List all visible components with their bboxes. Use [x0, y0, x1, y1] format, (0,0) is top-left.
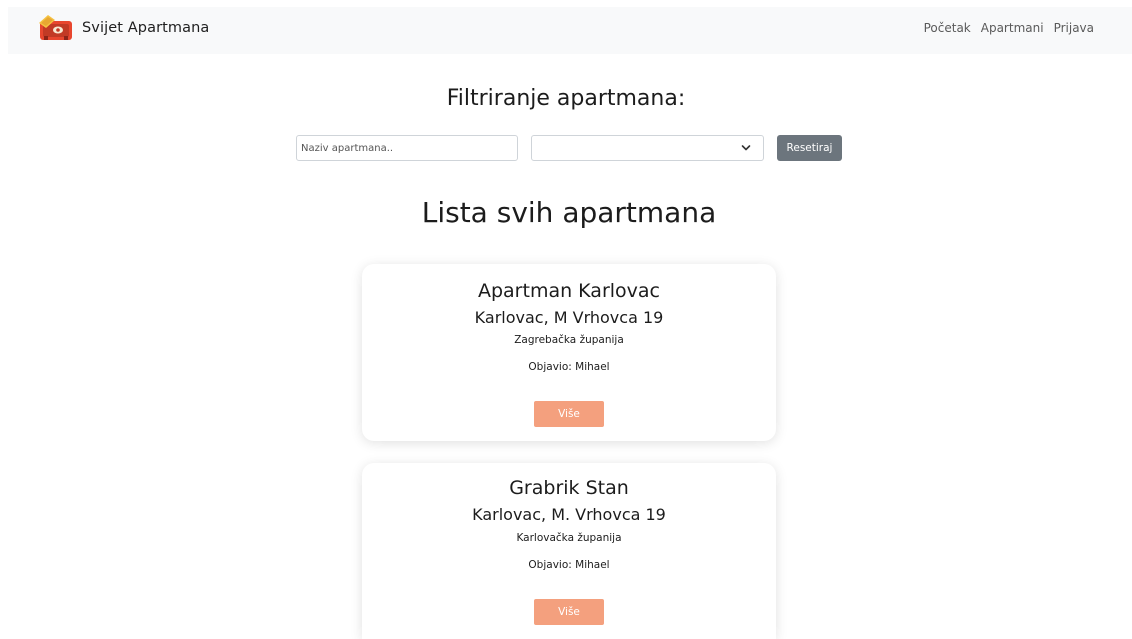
filter-title: Filtriranje apartmana: — [446, 86, 686, 111]
brand[interactable]: Svijet Apartmana — [38, 14, 209, 42]
apartment-county: Zagrebačka županija — [514, 334, 624, 346]
apartment-card: Apartman Karlovac Karlovac, M Vrhovca 19… — [362, 264, 776, 441]
apartment-name-input[interactable] — [296, 135, 518, 161]
apartment-name: Apartman Karlovac — [477, 280, 660, 302]
apartment-author: Objavio: Mihael — [528, 559, 610, 571]
nav-links: Početak Apartmani Prijava — [924, 21, 1094, 35]
list-title: Lista svih apartmana — [421, 196, 717, 229]
navbar: Svijet Apartmana Početak Apartmani Prija… — [8, 7, 1132, 54]
apartment-logo-icon — [38, 14, 74, 42]
chevron-down-icon — [741, 145, 751, 151]
reset-button[interactable]: Resetiraj — [777, 135, 842, 161]
nav-link-apartmani[interactable]: Apartmani — [981, 21, 1044, 35]
apartment-address: Karlovac, M. Vrhovca 19 — [472, 505, 666, 524]
apartment-author: Objavio: Mihael — [528, 361, 610, 373]
apartment-card: Grabrik Stan Karlovac, M. Vrhovca 19 Kar… — [362, 463, 776, 639]
brand-name: Svijet Apartmana — [82, 20, 210, 36]
nav-link-pocetak[interactable]: Početak — [924, 21, 971, 35]
apartment-name: Grabrik Stan — [509, 477, 629, 499]
nav-link-prijava[interactable]: Prijava — [1054, 21, 1094, 35]
apartment-address: Karlovac, M Vrhovca 19 — [474, 308, 664, 327]
apartment-county: Karlovačka županija — [516, 532, 622, 544]
more-button[interactable]: Više — [534, 401, 604, 427]
more-button[interactable]: Više — [534, 599, 604, 625]
county-select[interactable] — [531, 135, 764, 161]
